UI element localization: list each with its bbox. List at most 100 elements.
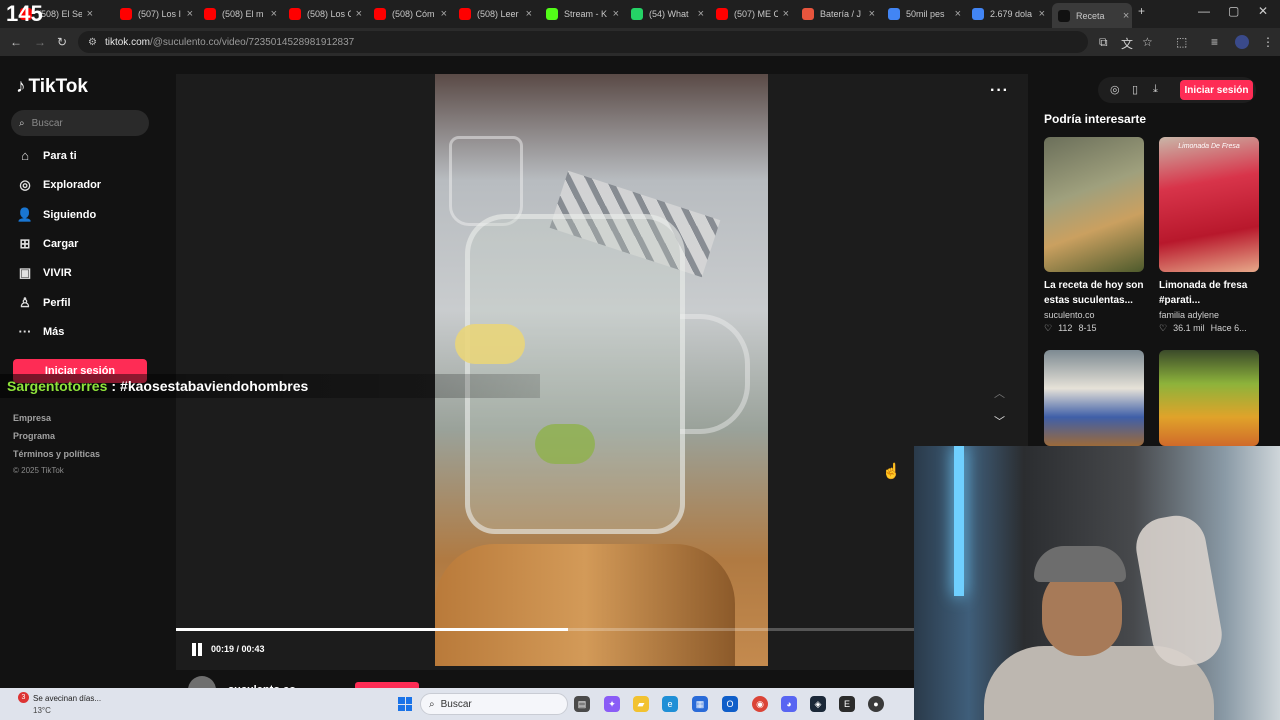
download-icon[interactable]: ⤓ [1153,83,1158,96]
extensions-icon[interactable]: ⬚ [1176,35,1187,49]
video-progress-bar[interactable] [176,628,916,631]
recommendation-thumbnail[interactable] [1159,350,1259,446]
browser-tab[interactable]: 50mil pes × [882,3,964,25]
close-tab-icon[interactable]: × [1036,8,1048,20]
browser-tab[interactable]: Stream - K × [540,3,622,25]
close-tab-icon[interactable]: × [184,8,196,20]
video-progress-fill [176,628,569,631]
new-tab-button[interactable]: + [1138,4,1145,18]
chrome-icon[interactable]: ◉ [752,696,768,712]
recommendation-card[interactable]: La receta de hoy son estas suculentas...… [1044,137,1144,334]
back-icon[interactable]: ← [10,35,22,49]
steam-icon[interactable]: ◈ [810,696,826,712]
recommendation-thumbnail[interactable] [1044,137,1144,272]
recommendation-title[interactable]: Limonada de fresa #parati... [1159,278,1259,308]
maximize-button[interactable]: ▢ [1228,4,1239,18]
recommendation-author[interactable]: suculento.co [1044,310,1144,320]
close-tab-icon[interactable]: × [952,8,964,20]
outlook-icon[interactable]: O [722,696,738,712]
previous-video-icon[interactable]: ︿ [994,385,1005,401]
browser-menu-icon[interactable]: ⋮ [1262,35,1274,49]
browser-tab[interactable]: Receta × [1052,3,1132,28]
file-explorer-icon[interactable]: ▰ [633,696,649,712]
bookmark-star-icon[interactable]: ☆ [1142,35,1153,49]
close-tab-icon[interactable]: × [268,8,280,20]
next-video-icon[interactable]: ﹀ [994,413,1005,429]
sidebar-item-vivir[interactable]: ▣ VIVIR [16,265,72,281]
reading-list-icon[interactable]: ≡ [1211,35,1218,49]
sidebar-item-cargar[interactable]: ⊞ Cargar [16,236,79,252]
video-player[interactable] [435,74,768,666]
close-tab-icon[interactable]: × [1120,10,1132,22]
coins-icon[interactable]: ◎ [1110,83,1120,96]
taskbar-search[interactable]: ⌕ Buscar [420,693,568,715]
browser-tab[interactable]: 2.679 dola × [966,3,1048,25]
reload-icon[interactable]: ↻ [57,35,67,49]
browser-tab[interactable]: (508) Cóm × [368,3,450,25]
minimize-button[interactable]: — [1198,4,1210,18]
site-info-icon[interactable]: ⚙ [88,37,97,48]
browser-tab[interactable]: (508) Los C × [283,3,365,25]
sidebar-item-para-ti[interactable]: ⌂ Para ti [16,148,77,163]
copilot-icon[interactable]: ✦ [604,696,620,712]
close-tab-icon[interactable]: × [353,8,365,20]
device-icon[interactable]: ▯ [1132,83,1138,96]
epic-games-icon[interactable]: E [839,696,855,712]
close-tab-icon[interactable]: × [84,8,96,20]
video-frame-detail [455,324,525,364]
app-icon[interactable]: ● [868,696,884,712]
more-options-icon[interactable]: ··· [990,82,1009,100]
forward-icon[interactable]: → [34,35,46,49]
tiktok-logo[interactable]: ♪ TikTok [16,76,88,98]
recommendation-thumbnail[interactable]: Limonada De Fresa [1159,137,1259,272]
close-tab-icon[interactable]: × [438,8,450,20]
footer-link-terminos[interactable]: Términos y políticas [13,449,100,459]
browser-tab[interactable]: (54) What × [625,3,707,25]
browser-tab[interactable]: (507) Los I × [114,3,196,25]
recommendation-author[interactable]: familia adylene [1159,310,1259,320]
windows-start-icon[interactable] [398,697,412,711]
close-tab-icon[interactable]: × [866,8,878,20]
header-login-button[interactable]: Iniciar sesión [1180,80,1253,100]
discord-icon[interactable]: ◕ [781,696,797,712]
recommendation-card[interactable] [1159,350,1259,446]
translate-icon[interactable]: 文 [1121,35,1133,52]
sidebar-item-label: Cargar [43,238,79,250]
browser-tab[interactable]: (507) ME C × [710,3,792,25]
close-window-button[interactable]: ✕ [1258,4,1268,18]
recommendation-title[interactable]: La receta de hoy son estas suculentas... [1044,278,1144,308]
recommendation-card[interactable]: Limonada De Fresa Limonada de fresa #par… [1159,137,1259,334]
footer-link-programa[interactable]: Programa [13,431,55,441]
store-icon[interactable]: ▦ [692,696,708,712]
close-tab-icon[interactable]: × [780,8,792,20]
browser-tab[interactable]: (508) Leer × [453,3,535,25]
recommendation-card[interactable] [1044,350,1144,446]
sidebar-item-explorador[interactable]: ◎ Explorador [16,177,101,193]
browser-tab[interactable]: Batería / J × [796,3,878,25]
recommendation-likes: 112 [1058,323,1073,333]
taskbar-search-placeholder: Buscar [440,698,472,710]
footer-link-empresa[interactable]: Empresa [13,413,51,423]
search-icon: ⌕ [429,698,435,710]
install-app-icon[interactable]: ⧉ [1099,35,1108,50]
profile-avatar-icon[interactable] [1235,35,1249,49]
browser-tab-title: (508) Cóm [392,9,435,19]
sidebar-item-siguiendo[interactable]: 👤 Siguiendo [16,207,96,223]
search-icon: ⌕ [19,117,25,129]
sidebar-item-perfil[interactable]: ♙ Perfil [16,295,70,311]
tiktok-sidebar: ♪ TikTok ⌕ Buscar ⌂ Para ti ◎ Explorador 👤 Si… [0,56,175,688]
pause-button[interactable] [191,643,203,656]
browser-tab[interactable]: (508) El m × [198,3,280,25]
search-placeholder: Buscar [31,117,63,129]
profile-icon: ♙ [19,295,31,310]
close-tab-icon[interactable]: × [523,8,535,20]
task-view-icon[interactable]: ▤ [574,696,590,712]
address-bar[interactable]: ⚙ tiktok.com /@suculento.co/video/723501… [78,31,1088,53]
search-input[interactable]: ⌕ Buscar [11,110,149,136]
browser-tab-title: (508) Leer [477,9,519,19]
edge-icon[interactable]: e [662,696,678,712]
recommendation-thumbnail[interactable] [1044,350,1144,446]
sidebar-item-más[interactable]: ··· Más [16,324,65,339]
close-tab-icon[interactable]: × [610,8,622,20]
close-tab-icon[interactable]: × [695,8,707,20]
